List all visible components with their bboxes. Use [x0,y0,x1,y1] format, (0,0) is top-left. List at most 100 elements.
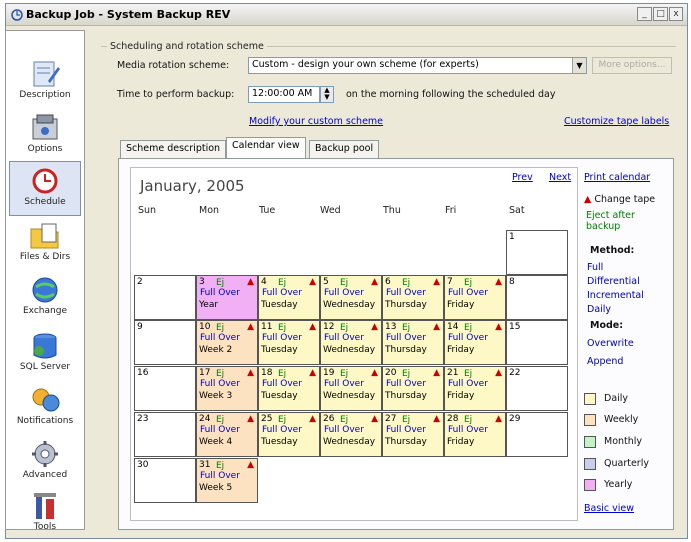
next-month-link[interactable]: Next [549,172,571,183]
sidebar-item-files-dirs[interactable]: Files & Dirs [9,217,81,272]
calendar-day-cell[interactable]: 8 [506,275,568,320]
calendar-day-cell[interactable]: 19 Ej ▲ Full Over Wednesday [320,366,382,411]
day-number: 10 [199,322,211,332]
app-icon [11,9,23,21]
eject-marker: Ej [216,461,225,471]
sidebar-item-sql-server[interactable]: SQL Server [9,327,81,382]
calendar-day-cell[interactable]: 12 Ej ▲ Full Over Wednesday [320,320,382,365]
calendar-day-cell[interactable]: 28 Ej ▲ Full Over Friday [444,412,506,457]
calendar-day-cell[interactable]: 10 Ej ▲ Full Over Week 2 [196,320,258,365]
sidebar-item-description[interactable]: Description [9,55,81,110]
day-header: Mon [199,205,220,216]
calendar-day-cell[interactable]: 2 [134,275,196,320]
eject-marker: Ej [402,278,411,288]
basic-view-link[interactable]: Basic view [584,503,634,514]
tab-calendar-view[interactable]: Calendar view [226,137,306,158]
sidebar-item-notifications[interactable]: Notifications [9,381,81,436]
time-label: Time to perform backup: [117,89,235,100]
calendar-day-cell[interactable]: 1 [506,230,568,275]
tape-label: Wednesday [323,437,376,447]
day-number: 9 [137,322,143,332]
period-swatch [584,436,596,448]
calendar-day-cell[interactable]: 30 [134,458,196,503]
calendar-day-cell[interactable]: 23 [134,412,196,457]
calendar-day-cell[interactable]: 27 Ej ▲ Full Over Thursday [382,412,444,457]
time-input[interactable]: 12:00:00 AM [248,86,320,103]
calendar-day-cell[interactable]: 25 Ej ▲ Full Over Tuesday [258,412,320,457]
sidebar: Description Options Schedule Files & Dir… [5,30,85,532]
method-mode-label: Full Over [324,425,364,435]
mode-append: Append [587,356,624,367]
change-tape-icon: ▲ [433,414,440,424]
change-tape-icon: ▲ [495,322,502,332]
sidebar-item-schedule[interactable]: Schedule [9,161,81,216]
modify-scheme-link[interactable]: Modify your custom scheme [249,116,383,127]
day-number: 16 [137,368,149,378]
window-title: Backup Job - System Backup REV [26,8,231,21]
period-label: Daily [604,393,629,404]
eject-marker: Ej [216,369,225,379]
time-spinner[interactable]: ▲ ▼ [320,86,334,103]
method-differential: Differential [587,276,640,287]
calendar-day-cell[interactable]: 13 Ej ▲ Full Over Thursday [382,320,444,365]
tab-backup-pool[interactable]: Backup pool [309,140,380,158]
method-mode-label: Full Over [448,379,488,389]
calendar-day-cell[interactable]: 24 Ej ▲ Full Over Week 4 [196,412,258,457]
method-mode-label: Full Over [386,425,426,435]
tab-scheme-description[interactable]: Scheme description [120,140,227,158]
calendar-day-cell[interactable]: 3 Ej ▲ Full Over Year [196,275,258,320]
print-calendar-link[interactable]: Print calendar [584,172,650,183]
sidebar-item-advanced[interactable]: Advanced [9,435,81,490]
minimize-button[interactable]: _ [637,7,652,21]
maximize-button[interactable]: □ [653,7,668,21]
sql-server-icon [33,333,57,359]
description-icon [33,61,60,87]
day-number: 11 [261,322,273,332]
files-dirs-icon [30,223,59,249]
tape-label: Wednesday [323,391,376,401]
calendar-day-cell[interactable]: 7 Ej ▲ Full Over Friday [444,275,506,320]
day-number: 1 [509,232,515,242]
calendar-day-cell[interactable]: 29 [506,412,568,457]
day-number: 18 [261,368,273,378]
sidebar-item-options[interactable]: Options [9,109,81,164]
calendar-day-cell[interactable]: 17 Ej ▲ Full Over Week 3 [196,366,258,411]
close-button[interactable]: x [669,7,683,21]
calendar-day-cell[interactable]: 21 Ej ▲ Full Over Friday [444,366,506,411]
tape-label: Tuesday [261,345,298,355]
eject-marker: Ej [216,278,225,288]
method-incremental: Incremental [587,290,644,301]
day-number: 5 [323,277,329,287]
customize-tape-labels-link[interactable]: Customize tape labels [564,116,669,127]
change-tape-icon: ▲ [309,414,316,424]
tape-label: Thursday [385,437,427,447]
calendar-day-cell[interactable]: 18 Ej ▲ Full Over Tuesday [258,366,320,411]
eject-marker: Ej [402,369,411,379]
calendar-day-cell[interactable]: 4 Ej ▲ Full Over Tuesday [258,275,320,320]
dropdown-arrow-icon[interactable]: ▼ [572,58,586,73]
sidebar-item-exchange[interactable]: Exchange [9,271,81,326]
eject-marker: Ej [278,369,287,379]
eject-marker: Ej [402,323,411,333]
calendar-day-cell[interactable]: 20 Ej ▲ Full Over Thursday [382,366,444,411]
media-rotation-select[interactable]: Custom - design your own scheme (for exp… [248,57,587,74]
calendar-day-cell[interactable]: 14 Ej ▲ Full Over Friday [444,320,506,365]
calendar-day-cell[interactable]: 9 [134,320,196,365]
sidebar-item-label: Options [27,144,63,154]
calendar-day-cell[interactable]: 15 [506,320,568,365]
method-mode-label: Full Over [324,379,364,389]
sidebar-item-tools[interactable]: Tools [9,487,81,542]
prev-month-link[interactable]: Prev [512,172,533,183]
change-tape-icon: ▲ [309,277,316,287]
calendar-day-cell[interactable]: 5 Ej ▲ Full Over Wednesday [320,275,382,320]
month-title: January, 2005 [140,177,245,195]
calendar-day-cell[interactable]: 11 Ej ▲ Full Over Tuesday [258,320,320,365]
method-mode-label: Full Over [448,333,488,343]
calendar-day-cell[interactable]: 22 [506,366,568,411]
media-rotation-label: Media rotation scheme: [117,60,230,71]
calendar-day-cell[interactable]: 26 Ej ▲ Full Over Wednesday [320,412,382,457]
more-options-button[interactable]: More options... [592,57,672,74]
calendar-day-cell[interactable]: 6 Ej ▲ Full Over Thursday [382,275,444,320]
calendar-day-cell[interactable]: 31 Ej ▲ Full Over Week 5 [196,458,258,503]
calendar-day-cell[interactable]: 16 [134,366,196,411]
